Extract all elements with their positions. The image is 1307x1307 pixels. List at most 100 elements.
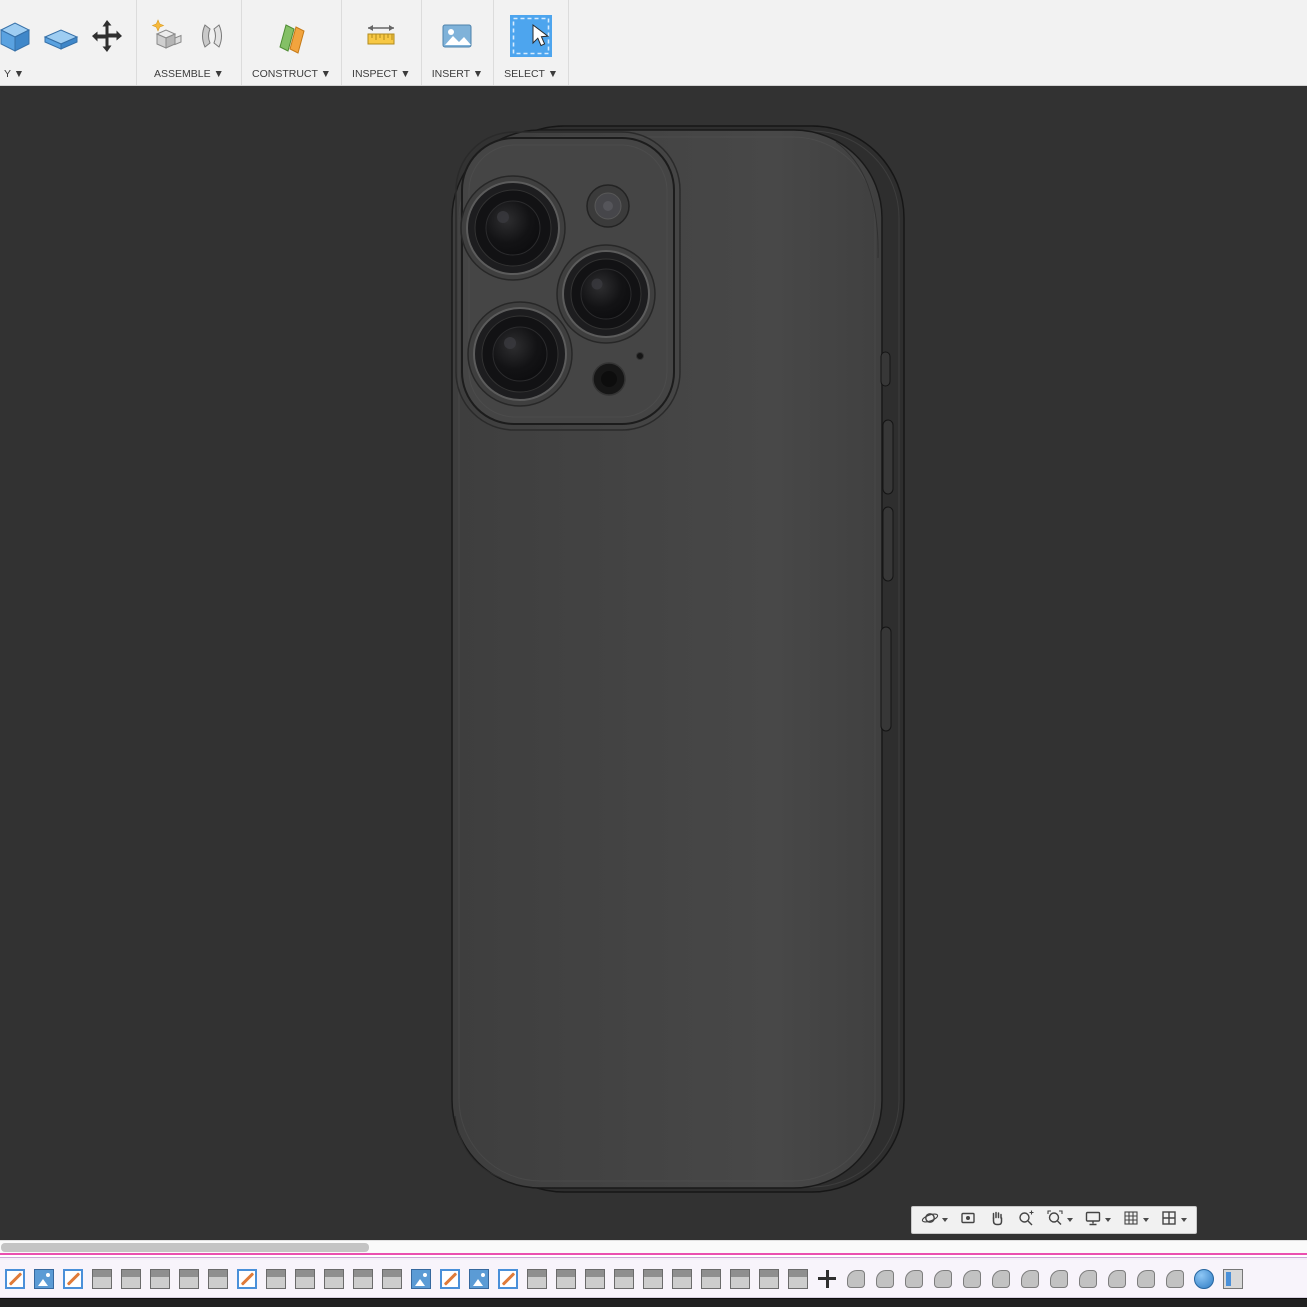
- display-settings-icon: [1084, 1209, 1102, 1232]
- fillet-feature-icon[interactable]: [1049, 1269, 1069, 1289]
- pan-button[interactable]: [988, 1209, 1006, 1232]
- extrude-feature-icon[interactable]: [643, 1268, 663, 1289]
- action-button: [880, 351, 891, 387]
- fillet-feature-icon[interactable]: [1165, 1269, 1185, 1289]
- fillet-feature-icon[interactable]: [875, 1269, 895, 1289]
- volume-down-button: [882, 506, 894, 582]
- toolbar-group-modify: Y ▼: [0, 0, 137, 85]
- toolbar-group-insert: INSERT ▼: [422, 0, 495, 85]
- fit-button[interactable]: [1046, 1209, 1073, 1232]
- toolbar-group-select: SELECT ▼: [494, 0, 570, 85]
- status-bar: [0, 1298, 1307, 1307]
- press-pull-icon[interactable]: [0, 17, 34, 55]
- sketch-feature-icon[interactable]: [5, 1268, 25, 1289]
- power-button: [880, 626, 892, 732]
- extrude-feature-icon[interactable]: [672, 1268, 692, 1289]
- select-group-label[interactable]: SELECT ▼: [504, 64, 558, 80]
- modify-group-label[interactable]: Y ▼: [0, 64, 24, 80]
- extrude-feature-icon[interactable]: [295, 1268, 315, 1289]
- phone-model[interactable]: [0, 86, 1307, 1240]
- zoom-button[interactable]: [1017, 1209, 1035, 1232]
- viewport-canvas[interactable]: [0, 86, 1307, 1240]
- assemble-group-label[interactable]: ASSEMBLE ▼: [154, 64, 224, 80]
- fillet-feature-icon[interactable]: [904, 1269, 924, 1289]
- move-icon[interactable]: [88, 17, 126, 55]
- timeline-track[interactable]: [0, 1260, 1307, 1297]
- display-settings-dropdown-caret[interactable]: [1105, 1218, 1111, 1222]
- zoom-icon: [1017, 1209, 1035, 1232]
- extrude-feature-icon[interactable]: [585, 1268, 605, 1289]
- orbit-button[interactable]: [921, 1209, 948, 1232]
- form-feature-icon[interactable]: [1223, 1268, 1243, 1289]
- select-icon[interactable]: [508, 13, 554, 59]
- extrude-feature-icon[interactable]: [266, 1268, 286, 1289]
- timeline-playhead-stripe: [0, 1253, 1307, 1260]
- inspect-group-label[interactable]: INSPECT ▼: [352, 64, 411, 80]
- fillet-feature-icon[interactable]: [1020, 1269, 1040, 1289]
- scrollbar-thumb[interactable]: [1, 1243, 369, 1252]
- fit-dropdown-caret[interactable]: [1067, 1218, 1073, 1222]
- view-navigation-bar: [911, 1206, 1197, 1234]
- extrude-feature-icon[interactable]: [324, 1268, 344, 1289]
- construction-plane-icon[interactable]: [273, 17, 311, 55]
- camera-lens-bottom-left[interactable]: [467, 301, 573, 407]
- look-at-icon: [959, 1209, 977, 1232]
- extrude-feature-icon[interactable]: [556, 1268, 576, 1289]
- grid-dropdown-caret[interactable]: [1143, 1218, 1149, 1222]
- fit-icon: [1046, 1209, 1064, 1232]
- extrude-feature-icon[interactable]: [788, 1268, 808, 1289]
- fillet-feature-icon[interactable]: [991, 1269, 1011, 1289]
- horizontal-scrollbar[interactable]: [0, 1240, 1307, 1253]
- canvas-feature-icon[interactable]: [34, 1268, 54, 1289]
- toolbar-group-assemble: ASSEMBLE ▼: [137, 0, 242, 85]
- new-component-icon[interactable]: [147, 17, 185, 55]
- camera-lens-right[interactable]: [556, 244, 656, 344]
- extrude-feature-icon[interactable]: [701, 1268, 721, 1289]
- extrude-feature-icon[interactable]: [92, 1268, 112, 1289]
- canvas-feature-icon[interactable]: [411, 1268, 431, 1289]
- pan-icon: [988, 1209, 1006, 1232]
- sketch-feature-icon[interactable]: [440, 1268, 460, 1289]
- shell-icon[interactable]: [42, 17, 80, 55]
- extrude-feature-icon[interactable]: [382, 1268, 402, 1289]
- extrude-feature-icon[interactable]: [150, 1268, 170, 1289]
- sketch-feature-icon[interactable]: [498, 1268, 518, 1289]
- fillet-feature-icon[interactable]: [962, 1269, 982, 1289]
- sketch-feature-icon[interactable]: [63, 1268, 83, 1289]
- canvas-icon[interactable]: [438, 17, 476, 55]
- extrude-feature-icon[interactable]: [527, 1268, 547, 1289]
- grid-display-button[interactable]: [1122, 1209, 1149, 1232]
- extrude-feature-icon[interactable]: [730, 1268, 750, 1289]
- display-settings-button[interactable]: [1084, 1209, 1111, 1232]
- move-feature-icon[interactable]: [817, 1269, 837, 1289]
- fillet-feature-icon[interactable]: [1136, 1269, 1156, 1289]
- extrude-feature-icon[interactable]: [759, 1268, 779, 1289]
- camera-lens-top-left[interactable]: [460, 175, 566, 281]
- extrude-feature-icon[interactable]: [208, 1268, 228, 1289]
- insert-group-label[interactable]: INSERT ▼: [432, 64, 483, 80]
- canvas-feature-icon[interactable]: [469, 1268, 489, 1289]
- flash[interactable]: [586, 184, 630, 228]
- top-toolbar: Y ▼ ASSEMBLE ▼ CONSTRUCT ▼ INSPECT ▼ INS…: [0, 0, 1307, 86]
- lidar-sensor[interactable]: [592, 362, 626, 396]
- camera-module[interactable]: [455, 131, 681, 431]
- timeline-bar: [0, 1260, 1307, 1298]
- extrude-feature-icon[interactable]: [121, 1268, 141, 1289]
- sketch-feature-icon[interactable]: [237, 1268, 257, 1289]
- measure-icon[interactable]: [362, 17, 400, 55]
- extrude-feature-icon[interactable]: [179, 1268, 199, 1289]
- orbit-dropdown-caret[interactable]: [942, 1218, 948, 1222]
- microphone-hole: [636, 352, 644, 360]
- fillet-feature-icon[interactable]: [1107, 1269, 1127, 1289]
- sphere-feature-icon[interactable]: [1194, 1268, 1214, 1289]
- fillet-feature-icon[interactable]: [1078, 1269, 1098, 1289]
- look-at-button[interactable]: [959, 1209, 977, 1232]
- construct-group-label[interactable]: CONSTRUCT ▼: [252, 64, 331, 80]
- viewports-dropdown-caret[interactable]: [1181, 1218, 1187, 1222]
- extrude-feature-icon[interactable]: [614, 1268, 634, 1289]
- viewports-button[interactable]: [1160, 1209, 1187, 1232]
- fillet-feature-icon[interactable]: [846, 1269, 866, 1289]
- extrude-feature-icon[interactable]: [353, 1268, 373, 1289]
- joint-icon[interactable]: [193, 17, 231, 55]
- fillet-feature-icon[interactable]: [933, 1269, 953, 1289]
